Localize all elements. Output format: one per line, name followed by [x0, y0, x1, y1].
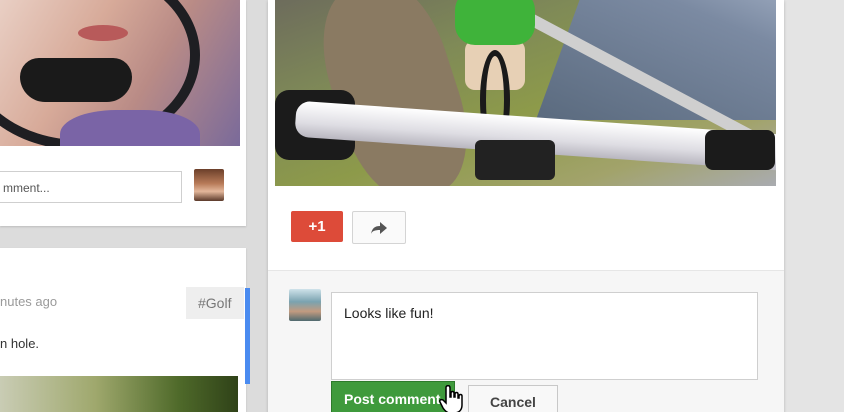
user-avatar[interactable]: [289, 289, 321, 321]
main-post-photo[interactable]: [275, 0, 776, 186]
post-comment-button[interactable]: Post comment: [331, 381, 455, 412]
post-text: n hole.: [0, 336, 40, 351]
share-button[interactable]: [352, 211, 406, 244]
commenter-avatar[interactable]: [194, 169, 224, 201]
hand-cursor-icon: [439, 385, 463, 412]
share-arrow-icon: [371, 221, 387, 234]
hashtag-badge[interactable]: #Golf: [186, 287, 244, 319]
hashtag-accent-bar: [245, 288, 250, 384]
comment-textarea[interactable]: Looks like fun!: [331, 292, 758, 380]
page-background-right: [784, 0, 844, 412]
chin-guard-shape: [20, 58, 132, 102]
left-post-photo[interactable]: [0, 0, 240, 146]
cancel-button[interactable]: Cancel: [468, 385, 558, 412]
photo-face-detail: [78, 25, 128, 41]
photo-stem: [475, 140, 555, 180]
post-timestamp: nutes ago: [0, 294, 58, 309]
left-comment-input[interactable]: mment...: [0, 171, 182, 203]
photo-brake-lever: [705, 130, 775, 170]
plus-one-button[interactable]: +1: [291, 211, 343, 242]
photo-shirt: [60, 110, 200, 146]
photo-mountain: [535, 0, 776, 120]
photo-rider-shorts: [455, 0, 535, 45]
left-post-photo-2[interactable]: [0, 376, 238, 412]
